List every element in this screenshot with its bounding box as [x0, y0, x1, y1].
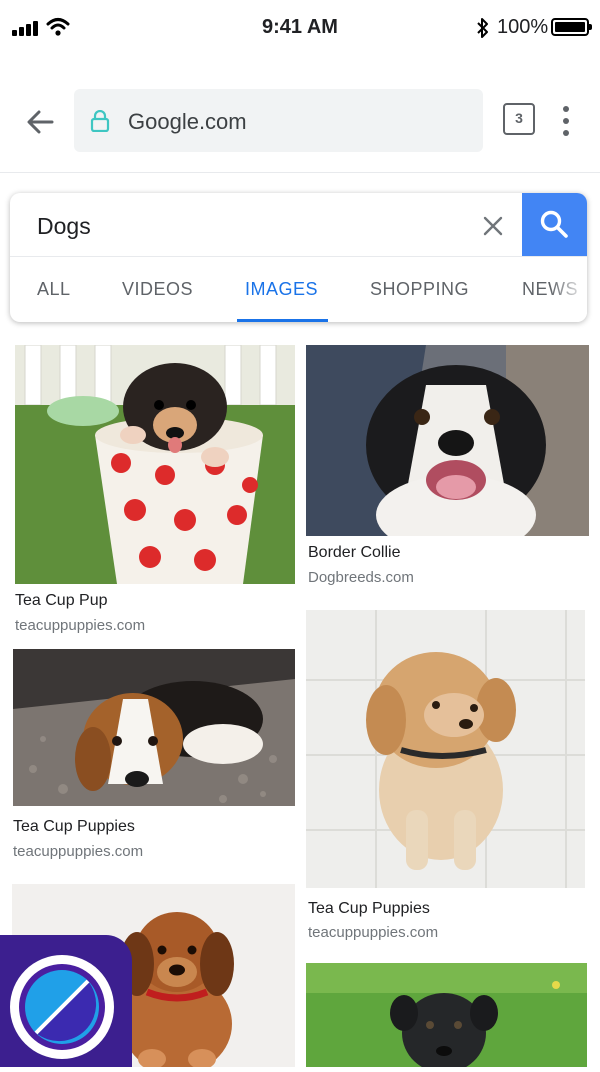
result-source: Dogbreeds.com	[308, 569, 414, 586]
result-source: teacuppuppies.com	[15, 617, 146, 634]
border-collie-image	[306, 345, 589, 536]
tab-all[interactable]: ALL	[37, 279, 71, 300]
battery-icon	[551, 18, 592, 36]
battery-percent: 100%	[497, 16, 549, 38]
result-source: teacuppuppies.com	[13, 843, 144, 860]
status-bar: 9:41 AM 100%	[0, 0, 600, 56]
puppy-in-cup-image	[15, 345, 295, 584]
back-arrow-icon[interactable]	[22, 104, 58, 140]
url-text: Google.com	[128, 109, 247, 134]
clear-icon[interactable]	[480, 213, 506, 239]
active-tab-indicator	[237, 319, 328, 322]
beagle-puppy-image	[13, 649, 295, 806]
app-logo-icon	[10, 955, 114, 1059]
result-title: Border Collie	[308, 544, 401, 561]
lock-icon	[90, 110, 110, 132]
result-source: teacuppuppies.com	[308, 924, 439, 941]
black-puppy-image	[306, 963, 587, 1067]
search-icon	[540, 210, 568, 238]
tab-fade	[550, 257, 587, 322]
search-input[interactable]: Dogs	[37, 213, 91, 240]
result-title: Tea Cup Puppies	[308, 900, 430, 917]
divider	[0, 172, 600, 173]
more-vert-icon[interactable]	[556, 106, 576, 136]
search-button[interactable]	[522, 193, 587, 256]
tab-shopping[interactable]: SHOPPING	[370, 279, 469, 300]
result-title: Tea Cup Puppies	[13, 818, 135, 835]
bluetooth-icon	[477, 18, 488, 38]
app-badge[interactable]	[0, 935, 132, 1067]
golden-puppy-image	[306, 610, 585, 888]
search-tabs: ALL VIDEOS IMAGES SHOPPING NEWS	[10, 256, 587, 322]
result-title: Tea Cup Pup	[15, 592, 108, 609]
address-bar[interactable]: Google.com	[74, 89, 483, 152]
tabs-icon[interactable]: 3	[503, 103, 535, 135]
search-card: Dogs ALL VIDEOS IMAGES SHOPPING NEWS	[10, 193, 587, 322]
tab-videos[interactable]: VIDEOS	[122, 279, 193, 300]
tab-images[interactable]: IMAGES	[245, 279, 318, 300]
